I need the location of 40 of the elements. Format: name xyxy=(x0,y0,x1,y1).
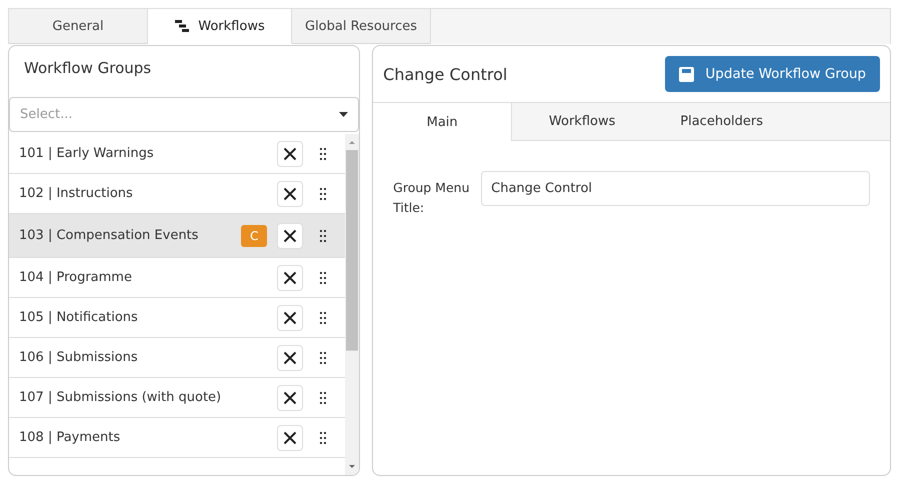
tab[interactable]: Workflows xyxy=(148,9,292,44)
badge: C xyxy=(241,224,268,246)
close-icon xyxy=(283,228,298,242)
panel-title: Change Control xyxy=(383,64,508,84)
close-icon xyxy=(283,390,298,404)
tab[interactable]: General xyxy=(9,9,148,44)
remove-button[interactable] xyxy=(277,180,304,206)
close-icon xyxy=(283,430,298,444)
drag-handle-icon[interactable] xyxy=(319,352,328,364)
drag-handle-icon[interactable] xyxy=(319,148,328,160)
remove-button[interactable] xyxy=(277,264,304,290)
remove-button[interactable] xyxy=(277,140,304,166)
tab[interactable]: Workflows xyxy=(512,103,652,140)
remove-button[interactable] xyxy=(277,344,304,370)
drag-handle-icon[interactable] xyxy=(319,188,328,200)
drag-handle-icon[interactable] xyxy=(319,230,328,242)
tab[interactable]: Placeholders xyxy=(652,103,792,140)
remove-button[interactable] xyxy=(277,304,304,330)
tab[interactable]: Main xyxy=(373,103,512,141)
remove-button[interactable] xyxy=(277,222,304,248)
save-icon xyxy=(679,66,694,82)
close-icon xyxy=(283,146,298,160)
drag-handle-icon[interactable] xyxy=(319,432,328,444)
drag-handle-icon[interactable] xyxy=(319,392,328,404)
field-label: Group Menu Title: xyxy=(393,179,470,217)
panel-title: Workflow Groups xyxy=(23,58,152,79)
remove-button[interactable] xyxy=(277,384,304,410)
close-icon xyxy=(283,310,298,324)
close-icon xyxy=(283,186,298,200)
list-item[interactable]: 103 | Compensation Events C xyxy=(9,214,346,258)
remove-button[interactable] xyxy=(277,424,304,450)
input-field[interactable]: Change Control xyxy=(481,171,870,206)
close-icon xyxy=(283,270,298,284)
close-icon xyxy=(283,350,298,364)
drag-handle-icon[interactable] xyxy=(319,272,328,284)
tab[interactable]: Global Resources xyxy=(292,9,431,44)
workflow-icon xyxy=(174,19,190,33)
drag-handle-icon[interactable] xyxy=(319,312,328,324)
caret-icon xyxy=(339,112,348,117)
update-button[interactable]: Update Workflow Group xyxy=(665,56,880,92)
